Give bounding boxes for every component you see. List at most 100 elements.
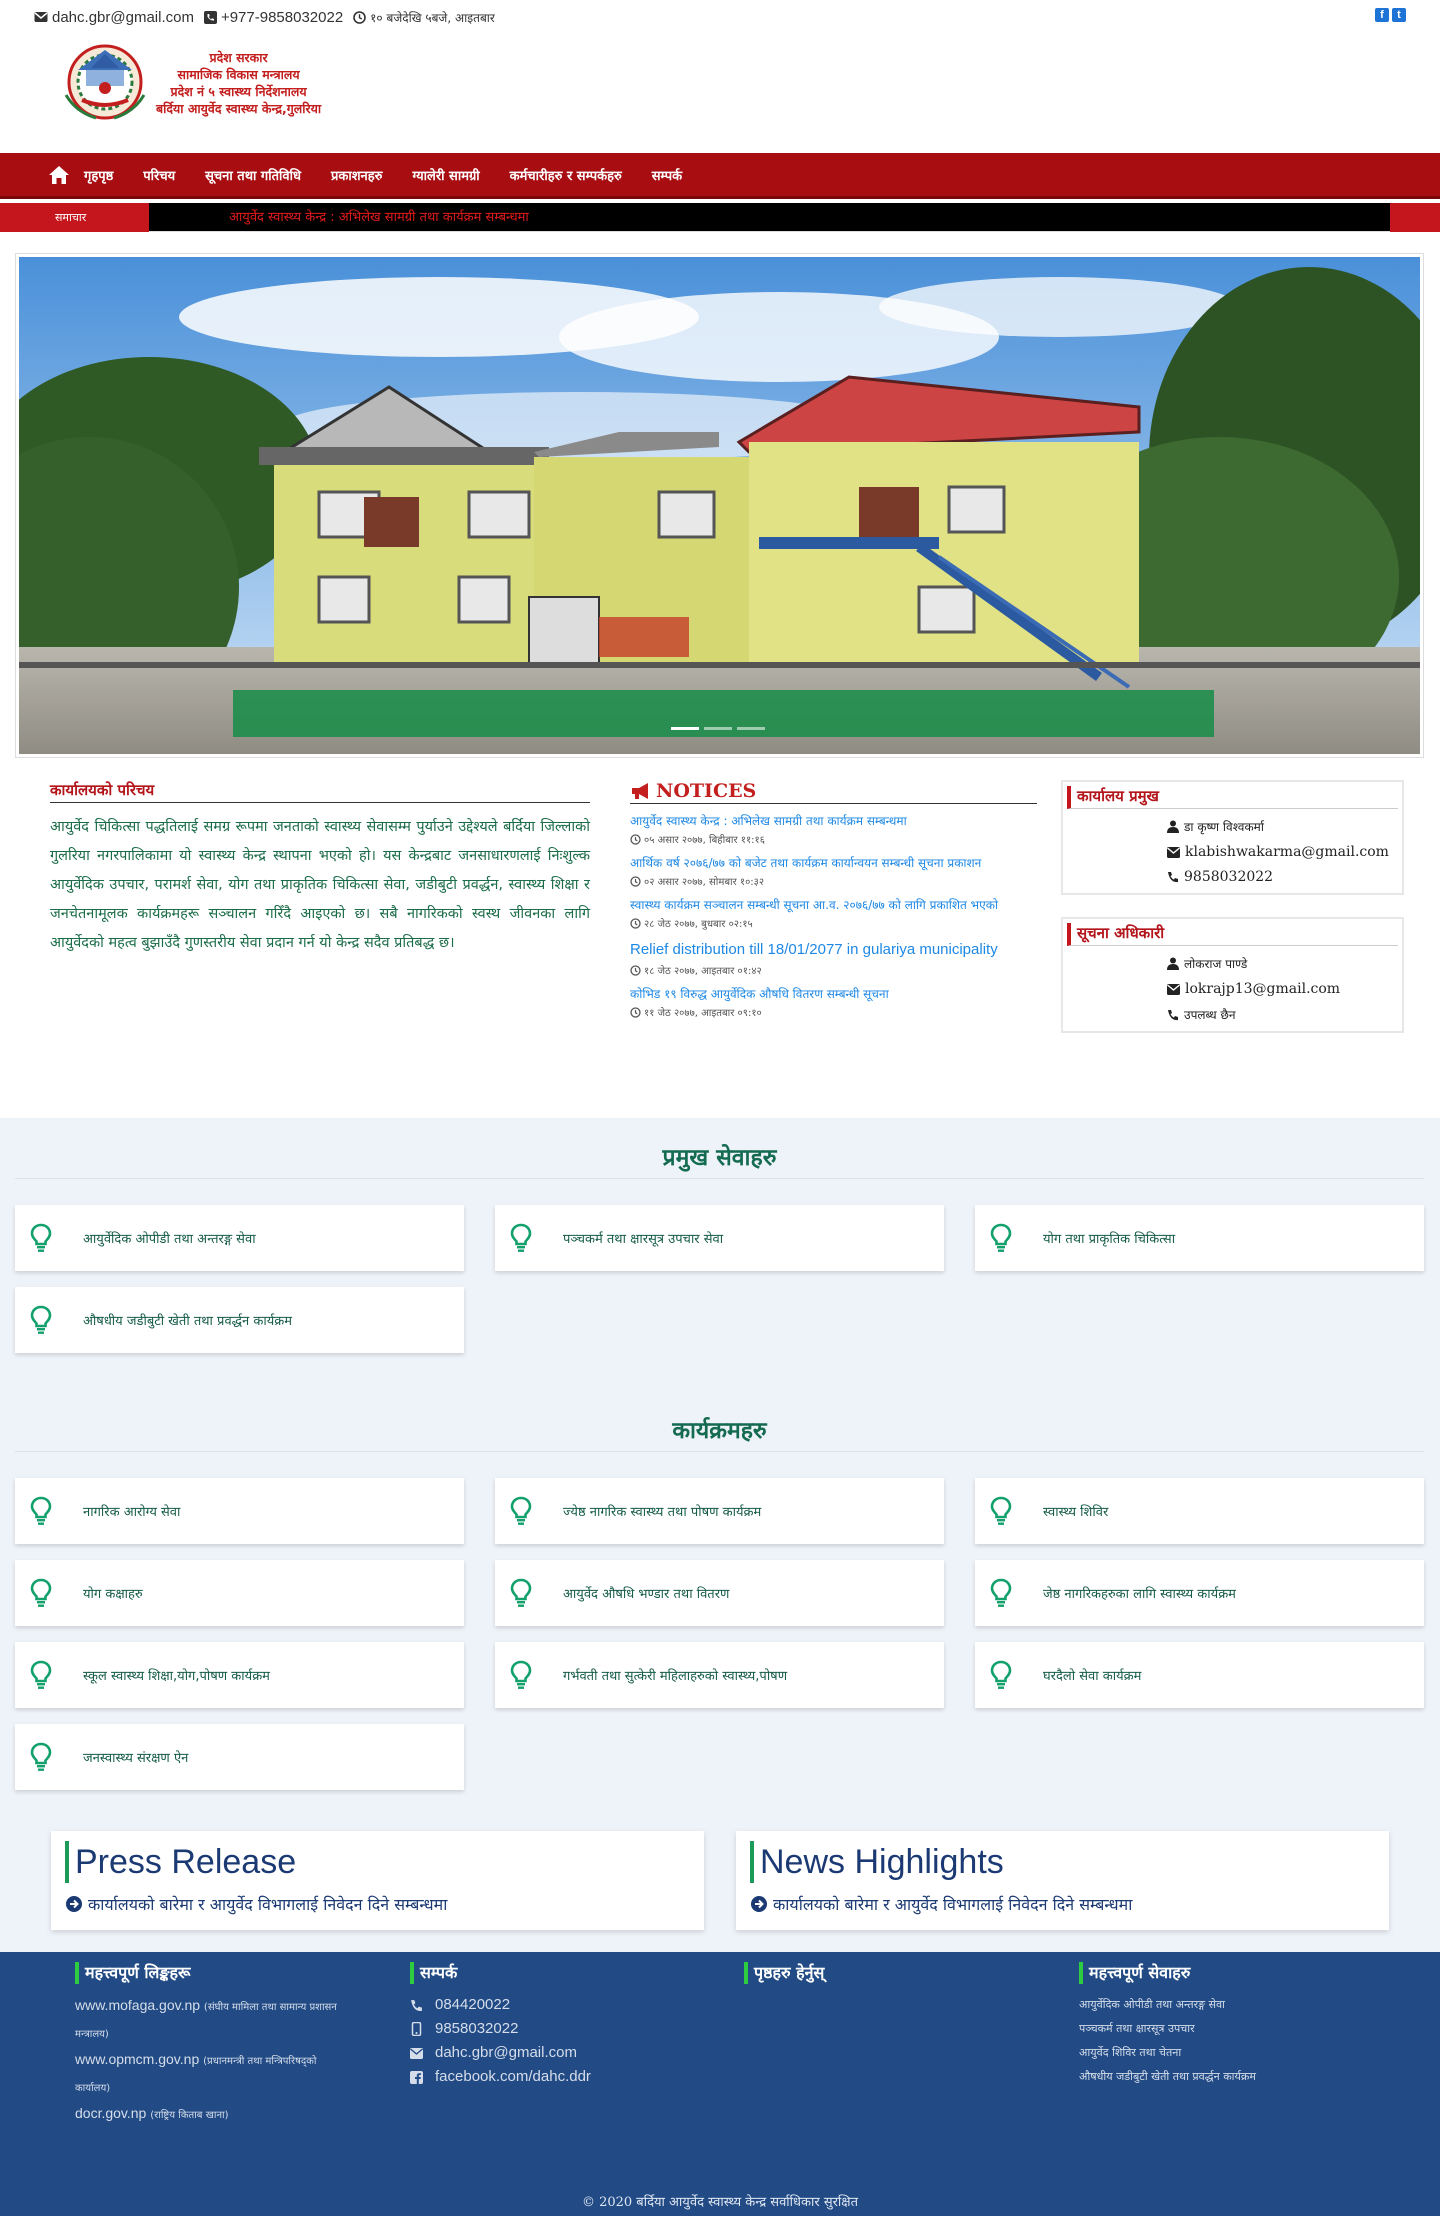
news-highlights-box: News Highlights कार्यालयको बारेमा र आयुर… — [736, 1831, 1389, 1930]
lightbulb-icon — [30, 1742, 52, 1771]
logo-text: प्रदेश सरकार सामाजिक विकास मन्त्रालय प्र… — [156, 50, 322, 116]
notice-item[interactable]: आयुर्वेद स्वास्थ्य केन्द्र : अभिलेख सामग… — [630, 813, 1037, 846]
nav-item-home[interactable]: गृहपृष्ठ — [84, 166, 113, 184]
lightbulb-icon — [30, 1223, 52, 1252]
service-tile[interactable]: स्कूल स्वास्थ्य शिक्षा,योग,पोषण कार्यक्र… — [15, 1642, 464, 1708]
service-tile[interactable]: घरदैलो सेवा कार्यक्रम — [975, 1642, 1424, 1708]
bullhorn-icon — [632, 783, 648, 799]
nav-item-publications[interactable]: प्रकाशनहरु — [331, 166, 382, 184]
footer-service-link[interactable]: पञ्चकर्म तथा क्षारसूत्र उपचार — [1079, 2017, 1409, 2041]
twitter-icon[interactable]: t — [1392, 8, 1406, 22]
site-footer: महत्त्वपूर्ण लिङ्कहरू www.mofaga.gov.np … — [0, 1952, 1440, 2216]
service-tile[interactable]: आयुर्वेदिक ओपीडी तथा अन्तरङ्ग सेवा — [15, 1205, 464, 1271]
intro-text: आयुर्वेद चिकित्सा पद्धतिलाई समग्र रूपमा … — [50, 819, 590, 951]
top-contact-bar: dahc.gbr@gmail.com +977-9858032022 १० बज… — [0, 0, 1440, 34]
clock-icon — [630, 875, 641, 887]
main-nav: गृहपृष्ठ परिचय सूचना तथा गतिविधि प्रकाशन… — [0, 153, 1440, 199]
nav-item-staff[interactable]: कर्मचारीहरु र सम्पर्कहरु — [510, 166, 622, 184]
service-tile[interactable]: पञ्चकर्म तथा क्षारसूत्र उपचार सेवा — [495, 1205, 944, 1271]
service-tile-label: जेष्ठ नागरिकहरुका लागि स्वास्थ्य कार्यक्… — [1043, 1587, 1236, 1602]
clock-icon — [630, 833, 641, 845]
service-tile[interactable]: स्वास्थ्य शिविर — [975, 1478, 1424, 1544]
service-tile-label: आयुर्वेद औषधि भण्डार तथा वितरण — [563, 1587, 730, 1602]
slide-dot-1[interactable] — [671, 727, 699, 730]
nav-item-about[interactable]: परिचय — [143, 166, 175, 184]
envelope-icon — [34, 12, 48, 22]
site-logo[interactable]: प्रदेश सरकार सामाजिक विकास मन्त्रालय प्र… — [56, 40, 346, 126]
facebook-icon[interactable]: f — [1375, 8, 1389, 22]
press-release-box: Press Release कार्यालयको बारेमा र आयुर्व… — [51, 1831, 704, 1930]
service-tile[interactable]: गर्भवती तथा सुत्केरी महिलाहरुको स्वास्थ्… — [495, 1642, 944, 1708]
service-tile[interactable]: योग कक्षाहरु — [15, 1560, 464, 1626]
phone-square-icon — [203, 10, 217, 24]
footer-link[interactable]: docr.gov.np (राष्ट्रिय किताब खाना) — [75, 2101, 345, 2128]
top-email[interactable]: dahc.gbr@gmail.com — [34, 9, 194, 26]
home-icon[interactable] — [48, 165, 70, 185]
info-officer-card: सूचना अधिकारी लोकराज पाण्डे lokrajp13@gm… — [1061, 917, 1404, 1033]
notice-item[interactable]: Relief distribution till 18/01/2077 in g… — [630, 939, 1037, 977]
notice-item[interactable]: आर्थिक वर्ष २०७६/७७ को बजेट तथा कार्यक्र… — [630, 855, 1037, 888]
service-tile[interactable]: जनस्वास्थ्य संरक्षण ऐन — [15, 1724, 464, 1790]
ticker-message[interactable]: आयुर्वेद स्वास्थ्य केन्द्र : अभिलेख सामग… — [229, 203, 529, 232]
nav-item-gallery[interactable]: ग्यालेरी सामग्री — [412, 166, 479, 184]
lightbulb-icon — [30, 1496, 52, 1525]
social-links: f t — [1375, 8, 1406, 22]
service-tile[interactable]: योग तथा प्राकृतिक चिकित्सा — [975, 1205, 1424, 1271]
press-release-item[interactable]: कार्यालयको बारेमा र आयुर्वेद विभागलाई नि… — [65, 1893, 704, 1915]
slide-dot-3[interactable] — [737, 727, 765, 730]
service-tile[interactable]: ज्येष्ठ नागरिक स्वास्थ्य तथा पोषण कार्यक… — [495, 1478, 944, 1544]
service-tile[interactable]: आयुर्वेद औषधि भण्डार तथा वितरण — [495, 1560, 944, 1626]
clock-icon — [353, 10, 366, 24]
lightbulb-icon — [990, 1496, 1012, 1525]
envelope-icon — [1167, 983, 1180, 995]
lightbulb-icon — [510, 1660, 532, 1689]
notices-heading: NOTICES — [630, 780, 1037, 804]
nav-item-contact[interactable]: सम्पर्क — [652, 166, 682, 184]
notice-item[interactable]: कोभिड १९ विरुद्ध आयुर्वेदिक औषधि वितरण स… — [630, 986, 1037, 1019]
arrow-circle-right-icon — [66, 1896, 82, 1912]
footer-pages: पृष्ठहरु हेर्नुस् — [744, 1962, 1004, 1993]
top-hours: १० बजेदेखि ५बजे, आइतबार — [353, 9, 495, 26]
footer-service-link[interactable]: आयुर्वेद शिविर तथा चेतना — [1079, 2041, 1409, 2065]
clock-icon — [630, 917, 641, 929]
lightbulb-icon — [510, 1496, 532, 1525]
service-tile-label: ज्येष्ठ नागरिक स्वास्थ्य तथा पोषण कार्यक… — [563, 1505, 762, 1520]
notice-item[interactable]: स्वास्थ्य कार्यक्रम सञ्चालन सम्बन्धी सूच… — [630, 897, 1037, 930]
service-tile-label: स्कूल स्वास्थ्य शिक्षा,योग,पोषण कार्यक्र… — [83, 1669, 270, 1684]
ticker-label: समाचार — [0, 203, 149, 232]
service-tile-label: योग तथा प्राकृतिक चिकित्सा — [1043, 1232, 1176, 1247]
news-ticker: समाचार आयुर्वेद स्वास्थ्य केन्द्र : अभिल… — [0, 203, 1440, 232]
clock-icon — [630, 964, 641, 976]
footer-link[interactable]: www.mofaga.gov.np (संघीय मामिला तथा सामा… — [75, 1993, 345, 2047]
service-tile-label: औषधीय जडीबुटी खेती तथा प्रवर्द्धन कार्यक… — [83, 1314, 293, 1329]
office-intro: कार्यालयको परिचय आयुर्वेद चिकित्सा पद्धत… — [50, 780, 590, 958]
lightbulb-icon — [990, 1578, 1012, 1607]
user-icon — [1167, 957, 1179, 970]
nav-item-news[interactable]: सूचना तथा गतिविधि — [205, 166, 301, 184]
footer-link[interactable]: www.opmcm.gov.np (प्रधानमन्त्री तथा मन्त… — [75, 2047, 345, 2101]
service-tile[interactable]: औषधीय जडीबुटी खेती तथा प्रवर्द्धन कार्यक… — [15, 1287, 464, 1353]
services-title: प्रमुख सेवाहरु — [15, 1140, 1424, 1179]
facebook-square-icon — [410, 2070, 423, 2084]
lightbulb-icon — [30, 1305, 52, 1334]
service-tile[interactable]: जेष्ठ नागरिकहरुका लागि स्वास्थ्य कार्यक्… — [975, 1560, 1424, 1626]
programs-title: कार्यक्रमहरु — [15, 1413, 1424, 1452]
footer-service-link[interactable]: आयुर्वेदिक ओपीडी तथा अन्तरङ्ग सेवा — [1079, 1993, 1409, 2017]
top-phone[interactable]: +977-9858032022 — [203, 9, 343, 26]
lightbulb-icon — [30, 1578, 52, 1607]
service-tile-label: जनस्वास्थ्य संरक्षण ऐन — [83, 1751, 189, 1766]
notices-panel: NOTICES आयुर्वेद स्वास्थ्य केन्द्र : अभि… — [630, 780, 1037, 1019]
envelope-icon — [410, 2047, 423, 2059]
office-head-card: कार्यालय प्रमुख डा कृष्ण विश्वकर्मा klab… — [1061, 780, 1404, 895]
service-tile[interactable]: नागरिक आरोग्य सेवा — [15, 1478, 464, 1544]
slide-dot-2[interactable] — [704, 727, 732, 730]
service-tile-label: स्वास्थ्य शिविर — [1043, 1505, 1109, 1520]
footer-service-link[interactable]: औषधीय जडीबुटी खेती तथा प्रवर्द्धन कार्यक… — [1079, 2065, 1409, 2089]
service-tile-label: पञ्चकर्म तथा क्षारसूत्र उपचार सेवा — [563, 1232, 724, 1247]
lightbulb-icon — [510, 1578, 532, 1607]
service-tile-label: नागरिक आरोग्य सेवा — [83, 1505, 181, 1520]
hero-slider[interactable] — [15, 253, 1424, 758]
phone-icon — [1168, 1009, 1178, 1020]
lightbulb-icon — [990, 1223, 1012, 1252]
news-highlight-item[interactable]: कार्यालयको बारेमा र आयुर्वेद विभागलाई नि… — [750, 1893, 1389, 1915]
